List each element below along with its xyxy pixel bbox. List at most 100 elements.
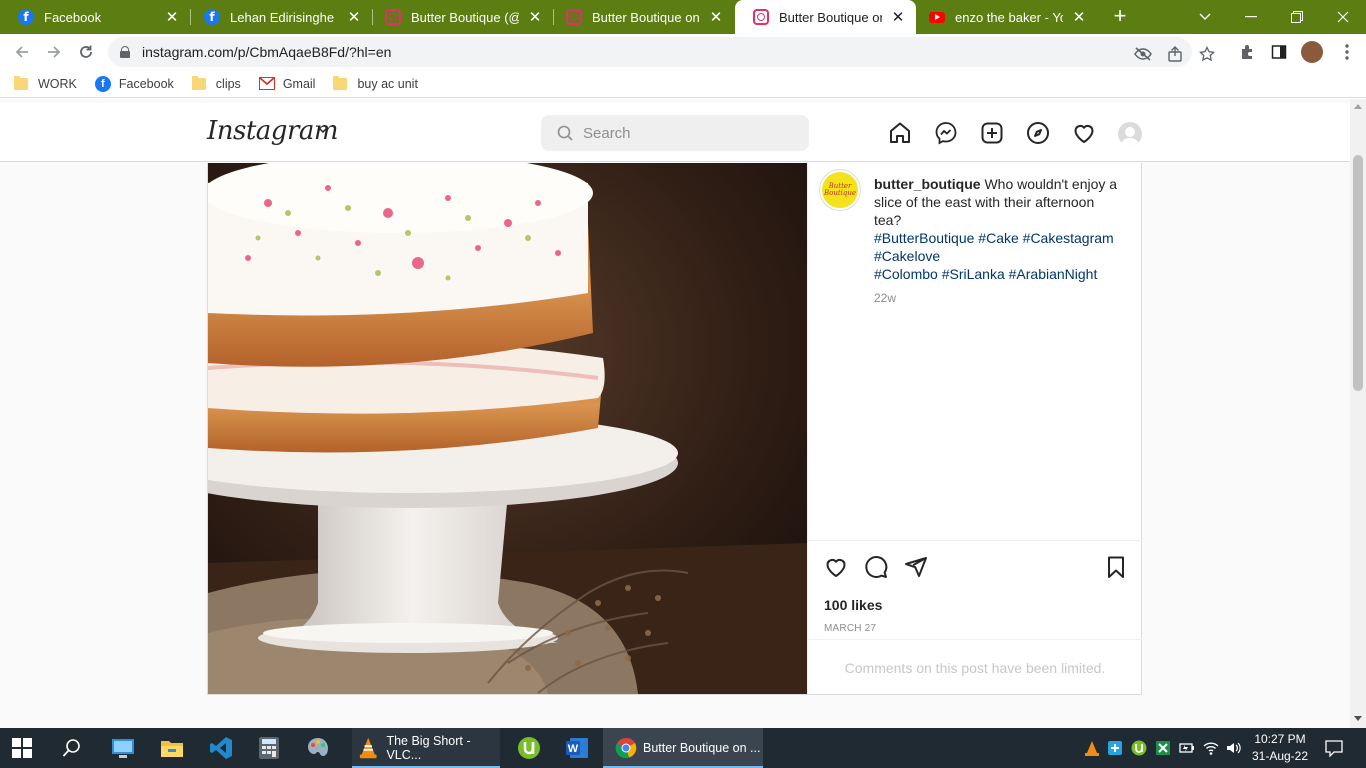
comments-limited-notice: Comments on this post have been limited. xyxy=(808,639,1142,695)
taskbar-app-vlc[interactable]: The Big Short - VLC... xyxy=(352,728,500,768)
side-panel-icon[interactable] xyxy=(1270,43,1288,61)
svg-text:W: W xyxy=(568,743,579,755)
facebook-icon: f xyxy=(94,75,111,92)
eye-slash-icon[interactable] xyxy=(1134,45,1152,63)
back-button[interactable] xyxy=(10,40,34,64)
wifi-tray-icon[interactable] xyxy=(1203,740,1219,756)
address-bar[interactable]: instagram.com/p/CbmAqaeB8Fd/?hl=en xyxy=(108,37,1215,67)
taskbar-app-desktop[interactable] xyxy=(111,728,135,768)
search-box[interactable] xyxy=(541,115,809,151)
taskbar-app-calculator[interactable] xyxy=(258,728,280,768)
close-icon[interactable]: ✕ xyxy=(1071,8,1087,26)
post-caption: butter_boutique Who wouldn't enjoy a sli… xyxy=(874,175,1122,307)
youtube-icon xyxy=(929,11,945,23)
vlc-tray-icon[interactable] xyxy=(1084,740,1100,756)
bookmark-facebook[interactable]: f Facebook xyxy=(94,75,174,92)
tab-butter-boutique-post[interactable]: Butter Boutique on In ✕ xyxy=(548,0,734,34)
search-icon xyxy=(62,739,80,757)
scroll-up-icon[interactable] xyxy=(1354,103,1362,109)
search-button[interactable] xyxy=(62,728,82,768)
scroll-down-icon[interactable] xyxy=(1354,716,1362,722)
start-button[interactable] xyxy=(12,728,32,768)
instagram-icon xyxy=(385,9,401,25)
file-explorer-icon xyxy=(161,741,183,757)
bookmark-gmail[interactable]: Gmail xyxy=(258,77,315,91)
share-send-icon[interactable] xyxy=(904,555,928,579)
bookmarks-bar: WORK f Facebook clips Gmail buy ac unit xyxy=(0,70,1366,98)
caption-age[interactable]: 22w xyxy=(874,289,1122,307)
author-avatar[interactable]: Butter Boutique xyxy=(820,170,860,210)
menu-icon[interactable] xyxy=(1338,43,1356,61)
network-adapter-tray-icon[interactable] xyxy=(1107,740,1123,756)
tab-lehan-facebook[interactable]: f Lehan Edirisinghe | Fa ✕ xyxy=(186,0,372,34)
bookmark-clips[interactable]: clips xyxy=(191,75,241,91)
likes-count[interactable]: 100 likes xyxy=(824,597,882,613)
clock-date: 31-Aug-22 xyxy=(1251,749,1309,763)
vscode-icon xyxy=(210,737,232,759)
system-clock[interactable]: 10:27 PM 31-Aug-22 xyxy=(1248,731,1312,765)
close-window-button[interactable] xyxy=(1320,0,1366,34)
instagram-icon xyxy=(753,9,769,25)
new-tab-button[interactable]: + xyxy=(1108,5,1132,29)
taskbar-app-utorrent[interactable] xyxy=(517,728,541,768)
tab-title: enzo the baker - YouT xyxy=(955,9,1063,25)
bookmark-work[interactable]: WORK xyxy=(14,75,77,91)
search-input[interactable] xyxy=(583,124,783,142)
taskbar-app-label: Butter Boutique on ... xyxy=(643,741,761,755)
minimize-button[interactable] xyxy=(1228,0,1274,34)
bookmark-label: clips xyxy=(215,76,241,91)
notifications-icon[interactable] xyxy=(1325,739,1343,757)
comment-icon[interactable] xyxy=(864,555,888,579)
close-icon[interactable]: ✕ xyxy=(164,8,180,26)
post-card: Butter Boutique butter_boutique Who woul… xyxy=(207,163,1142,695)
save-bookmark-icon[interactable] xyxy=(1104,555,1128,579)
restore-button[interactable] xyxy=(1274,0,1320,34)
explore-icon[interactable] xyxy=(1026,121,1050,145)
tab-butter-boutique-profile[interactable]: Butter Boutique (@bu ✕ xyxy=(367,0,553,34)
lock-icon[interactable] xyxy=(120,46,130,58)
post-image[interactable] xyxy=(208,163,807,694)
activity-heart-icon[interactable] xyxy=(1072,121,1096,145)
volume-tray-icon[interactable] xyxy=(1225,740,1241,756)
url-text[interactable]: instagram.com/p/CbmAqaeB8Fd/?hl=en xyxy=(142,44,391,60)
scrollbar-thumb[interactable] xyxy=(1353,155,1363,391)
close-icon[interactable]: ✕ xyxy=(708,8,724,26)
profile-avatar[interactable] xyxy=(1301,41,1323,63)
tab-youtube[interactable]: enzo the baker - YouT ✕ xyxy=(911,0,1097,34)
caption-hashtags-2[interactable]: #Colombo #SriLanka #ArabianNight xyxy=(874,265,1122,283)
tab-title: Facebook xyxy=(44,9,102,25)
reload-button[interactable] xyxy=(74,40,98,64)
browser-toolbar: instagram.com/p/CbmAqaeB8Fd/?hl=en xyxy=(0,34,1366,70)
caption-hashtags-1[interactable]: #ButterBoutique #Cake #Cakestagram #Cake… xyxy=(874,229,1122,265)
profile-avatar[interactable] xyxy=(1118,122,1142,146)
taskbar-app-chrome[interactable]: Butter Boutique on ... xyxy=(603,728,763,768)
tab-butter-boutique-post-active[interactable]: Butter Boutique on In ✕ xyxy=(735,0,916,34)
chrome-icon xyxy=(615,737,637,759)
bookmark-label: Facebook xyxy=(118,76,174,91)
taskbar-app-vscode[interactable] xyxy=(209,728,233,768)
extensions-icon[interactable] xyxy=(1238,43,1256,61)
close-icon[interactable]: ✕ xyxy=(890,8,906,26)
post-date[interactable]: MARCH 27 xyxy=(824,623,876,634)
new-post-icon[interactable] xyxy=(980,121,1004,145)
battery-tray-icon[interactable] xyxy=(1179,740,1195,756)
page-scrollbar[interactable] xyxy=(1350,99,1366,728)
forward-button[interactable] xyxy=(42,40,66,64)
utorrent-tray-icon[interactable] xyxy=(1131,740,1147,756)
taskbar-app-paint[interactable] xyxy=(306,728,330,768)
home-icon[interactable] xyxy=(888,121,912,145)
chevron-down-icon[interactable] xyxy=(318,125,328,135)
caption-username[interactable]: butter_boutique xyxy=(874,176,981,192)
star-icon[interactable] xyxy=(1198,45,1216,63)
tab-search-button[interactable] xyxy=(1182,0,1228,34)
messenger-icon[interactable] xyxy=(934,121,958,145)
bookmark-buy-ac-unit[interactable]: buy ac unit xyxy=(333,75,418,91)
close-icon[interactable]: ✕ xyxy=(346,8,362,26)
taskbar-app-word[interactable]: W xyxy=(565,728,589,768)
excel-tray-icon[interactable] xyxy=(1155,740,1171,756)
like-heart-icon[interactable] xyxy=(824,555,848,579)
close-icon[interactable]: ✕ xyxy=(527,8,543,26)
taskbar-app-file-explorer[interactable] xyxy=(160,728,184,768)
tab-facebook[interactable]: f Facebook ✕ xyxy=(0,0,190,34)
share-icon[interactable] xyxy=(1166,45,1184,63)
